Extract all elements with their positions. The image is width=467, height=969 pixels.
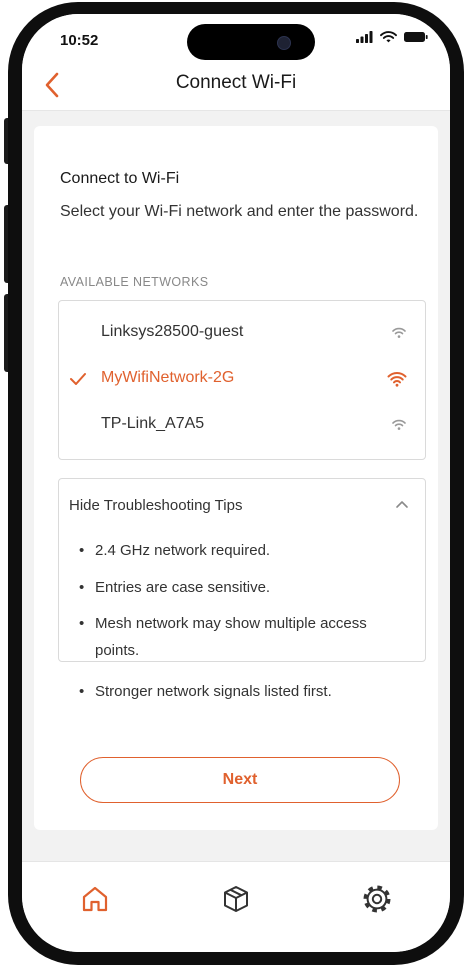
- troubleshooting-tips-panel: Hide Troubleshooting Tips • 2.4 GHz netwo…: [58, 478, 426, 700]
- card-description: Select your Wi-Fi network and enter the …: [60, 203, 419, 220]
- network-item-linksys[interactable]: Linksys28500-guest: [59, 313, 425, 353]
- top-bar: 10:52 Connect Wi-Fi: [22, 14, 450, 111]
- network-name: TP-Link_A7A5: [101, 415, 205, 432]
- status-icons: [356, 31, 428, 43]
- camera-icon: [277, 36, 291, 50]
- network-name: Linksys28500-guest: [101, 323, 244, 340]
- network-item-tplink[interactable]: TP-Link_A7A5: [59, 405, 425, 445]
- tip-item: • Stronger network signals listed first.: [79, 678, 413, 705]
- tip-item: • Entries are case sensitive.: [79, 574, 413, 601]
- tip-item: • 2.4 GHz network required.: [79, 537, 413, 564]
- tip-text: Entries are case sensitive.: [95, 579, 271, 596]
- dynamic-island: [187, 24, 315, 60]
- phone-device: 10:52 Connect Wi-Fi Connect to Wi-Fi Sel…: [0, 0, 467, 969]
- battery-icon: [404, 32, 428, 42]
- network-list: Linksys28500-guest MyWifiNetwork-2G TP-L…: [58, 300, 426, 460]
- available-networks-label: AVAILABLE NETWORKS: [60, 275, 209, 289]
- bullet-icon: •: [79, 579, 85, 596]
- connect-card: Connect to Wi-Fi Select your Wi-Fi netwo…: [34, 126, 438, 830]
- tip-text: Mesh network may show multiple access po…: [95, 615, 367, 659]
- tab-bar: [22, 861, 450, 952]
- screen: 10:52 Connect Wi-Fi Connect to Wi-Fi Sel…: [22, 14, 450, 952]
- tip-item: • Mesh network may show multiple access p…: [79, 610, 413, 664]
- wifi-signal-weak-icon: [392, 419, 406, 430]
- tip-text: 2.4 GHz network required.: [95, 542, 271, 559]
- gear-icon[interactable]: [360, 882, 394, 916]
- status-time: 10:52: [60, 32, 99, 49]
- hide-tips-toggle[interactable]: Hide Troubleshooting Tips: [69, 497, 242, 514]
- chevron-up-icon[interactable]: [395, 499, 409, 509]
- network-name: MyWifiNetwork-2G: [101, 369, 235, 386]
- checkmark-icon: [70, 373, 86, 385]
- card-heading: Connect to Wi-Fi: [60, 170, 180, 187]
- page-title: Connect Wi-Fi: [175, 72, 297, 93]
- wifi-signal-strong-icon: [387, 372, 407, 387]
- cellular-signal-icon: [356, 31, 373, 43]
- bullet-icon: •: [79, 542, 85, 559]
- bullet-icon: •: [79, 615, 85, 632]
- wifi-status-icon: [380, 31, 397, 43]
- home-icon[interactable]: [78, 882, 112, 916]
- wifi-signal-weak-icon: [392, 327, 406, 338]
- bullet-icon: •: [79, 683, 85, 700]
- box-icon[interactable]: [219, 882, 253, 916]
- next-button[interactable]: Next: [80, 757, 400, 803]
- network-item-mywifi[interactable]: MyWifiNetwork-2G: [59, 359, 425, 399]
- tip-text: Stronger network signals listed first.: [95, 683, 332, 700]
